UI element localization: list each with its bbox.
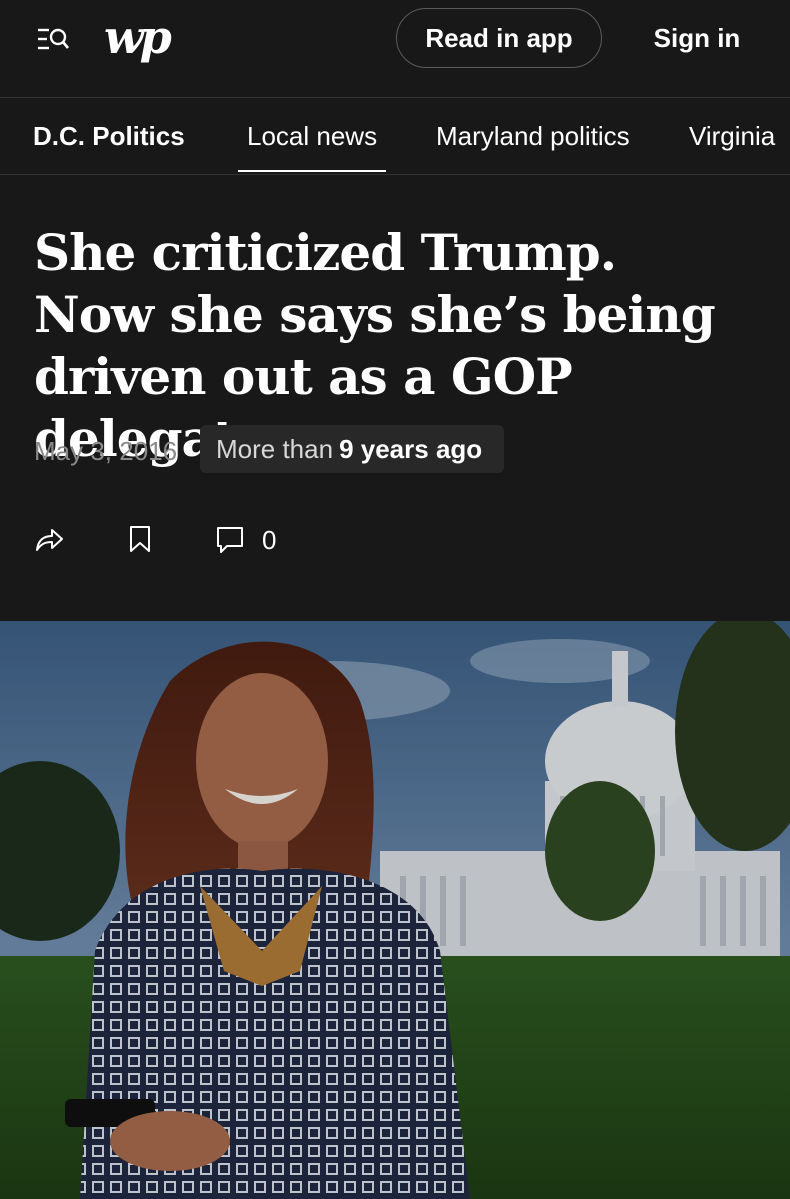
menu-search-icon[interactable] bbox=[36, 22, 72, 56]
nav-item-maryland-politics[interactable]: Maryland politics bbox=[436, 98, 630, 174]
comment-icon[interactable] bbox=[214, 523, 246, 555]
section-nav: D.C. Politics Local news Maryland politi… bbox=[0, 98, 790, 175]
read-in-app-button[interactable]: Read in app bbox=[396, 8, 602, 68]
bookmark-icon[interactable] bbox=[124, 523, 156, 555]
share-icon[interactable] bbox=[33, 523, 65, 555]
nav-item-local-news[interactable]: Local news bbox=[237, 98, 387, 174]
comment-count[interactable]: 0 bbox=[262, 525, 276, 556]
nav-item-virginia[interactable]: Virginia bbox=[689, 98, 775, 174]
top-bar: wp Read in app Sign in bbox=[0, 0, 790, 98]
publish-date: May 3, 2016 bbox=[34, 435, 178, 466]
article-age-badge: More than 9 years ago bbox=[200, 425, 505, 473]
sign-in-button[interactable]: Sign in bbox=[642, 8, 752, 68]
age-value: 9 years ago bbox=[339, 433, 483, 464]
nav-item-dc-politics[interactable]: D.C. Politics bbox=[33, 98, 185, 174]
site-logo[interactable]: wp bbox=[104, 12, 172, 62]
article-lead-photo bbox=[0, 621, 790, 1199]
article-actions: 0 bbox=[0, 515, 400, 565]
age-prefix: More than bbox=[216, 433, 334, 464]
